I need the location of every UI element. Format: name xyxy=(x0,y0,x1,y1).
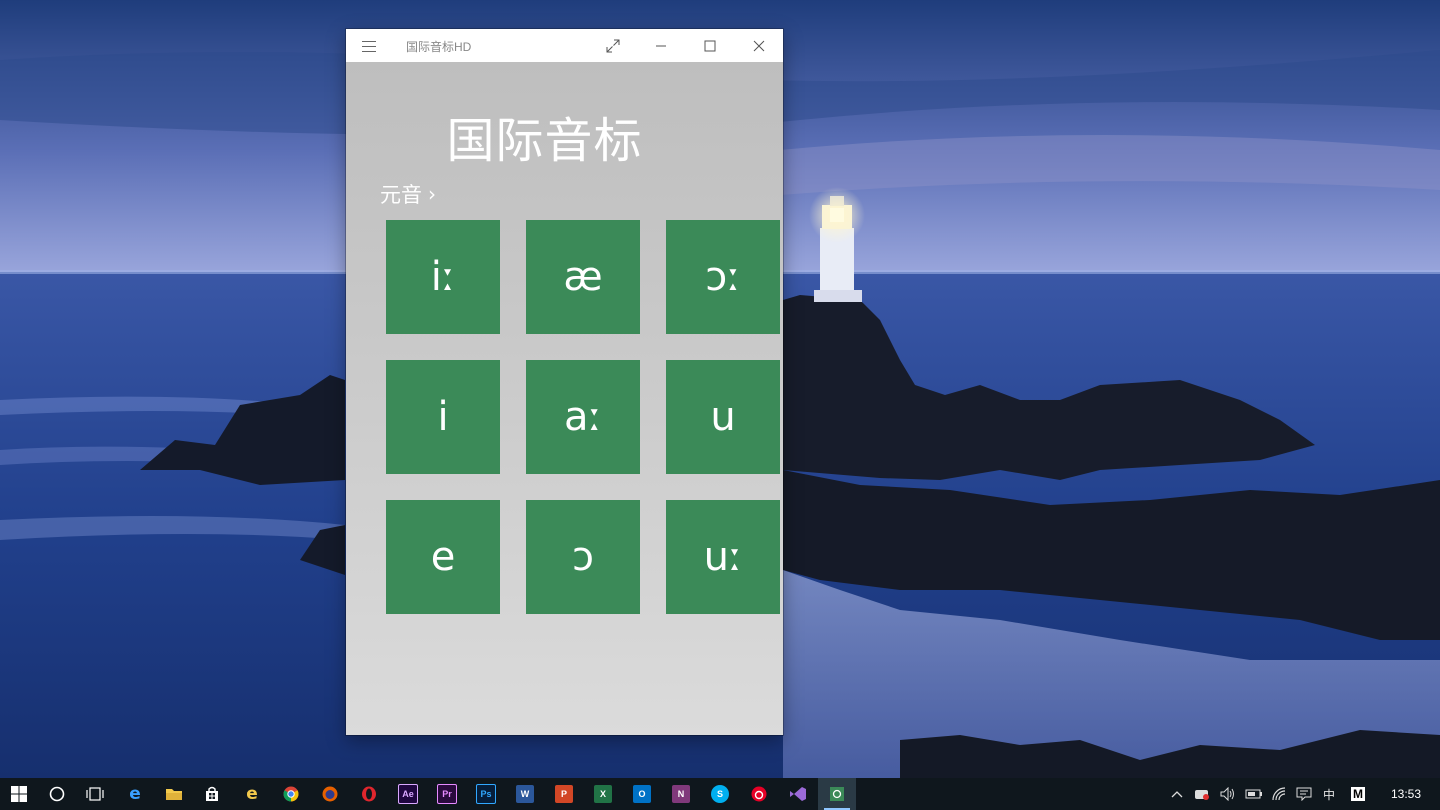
maximize-button[interactable] xyxy=(686,29,734,62)
opera-icon xyxy=(362,786,376,802)
volume-icon xyxy=(1220,787,1234,801)
battery-icon xyxy=(1245,789,1262,799)
edge-icon: e xyxy=(129,784,141,804)
minimize-button[interactable] xyxy=(637,29,685,62)
cortana-search-icon xyxy=(49,786,65,802)
task-view-icon xyxy=(86,787,104,801)
excel-icon: X xyxy=(594,785,612,803)
store-icon xyxy=(206,786,218,801)
title-bar[interactable]: 国际音标HD xyxy=(346,29,783,62)
tray-app-icon xyxy=(1195,790,1209,800)
cortana-button[interactable] xyxy=(38,778,76,810)
symbol-tile[interactable]: u xyxy=(666,360,780,474)
word-button[interactable]: W xyxy=(506,778,544,810)
file-explorer-button[interactable] xyxy=(155,778,193,810)
skype-icon: S xyxy=(711,785,729,803)
skype-button[interactable]: S xyxy=(701,778,739,810)
window-title: 国际音标HD xyxy=(406,40,472,54)
excel-button[interactable]: X xyxy=(584,778,622,810)
battery-button[interactable] xyxy=(1242,778,1266,810)
outlook-icon: O xyxy=(633,785,651,803)
symbol-tile[interactable]: iː xyxy=(386,220,500,334)
internet-explorer-icon: e xyxy=(246,784,258,804)
outlook-button[interactable]: O xyxy=(623,778,661,810)
visual-studio-icon xyxy=(790,787,806,801)
file-explorer-icon xyxy=(166,789,182,800)
start-button[interactable] xyxy=(0,778,38,810)
phonetics-app-button[interactable] xyxy=(818,778,856,810)
symbol-tile[interactable]: ɔː xyxy=(666,220,780,334)
phonetics-app-icon xyxy=(830,787,844,801)
windows-start-icon xyxy=(11,786,27,802)
symbol-tile[interactable]: æ xyxy=(526,220,640,334)
word-icon: W xyxy=(516,785,534,803)
close-button[interactable] xyxy=(735,29,783,62)
chevron-right-icon: › xyxy=(428,182,436,206)
fullscreen-icon xyxy=(606,39,620,52)
netease-music-icon xyxy=(751,786,767,802)
action-center-button[interactable] xyxy=(1292,778,1316,810)
symbol-tile[interactable]: ɔ xyxy=(526,500,640,614)
app-heading: 国际音标 xyxy=(446,113,643,169)
task-view-button[interactable] xyxy=(76,778,114,810)
ime-mode-button[interactable]: M xyxy=(1346,778,1370,810)
taskbar: e e Ae Pr Ps W P X O N S 中 M 13:53 xyxy=(0,778,1440,810)
netease-music-button[interactable] xyxy=(740,778,778,810)
powerpoint-button[interactable]: P xyxy=(545,778,583,810)
network-button[interactable] xyxy=(1268,778,1292,810)
firefox-button[interactable] xyxy=(311,778,349,810)
chrome-icon xyxy=(283,786,299,802)
symbol-tile[interactable]: i xyxy=(386,360,500,474)
hamburger-menu-icon[interactable] xyxy=(360,37,378,55)
app-window: 国际音标HD 国际音标 元音 › iː æ ɔː i aː u e ɔ uː xyxy=(346,29,783,735)
after-effects-button[interactable]: Ae xyxy=(389,778,427,810)
notification-icon xyxy=(1296,787,1312,801)
ime-mode-label: M xyxy=(1351,787,1365,801)
opera-button[interactable] xyxy=(350,778,388,810)
firefox-icon xyxy=(322,786,338,802)
photoshop-button[interactable]: Ps xyxy=(467,778,505,810)
edge-button[interactable]: e xyxy=(116,778,154,810)
visual-studio-button[interactable] xyxy=(779,778,817,810)
maximize-icon xyxy=(704,40,716,51)
chevron-up-icon xyxy=(1171,791,1183,798)
minimize-icon xyxy=(656,45,666,46)
tray-app-button[interactable] xyxy=(1190,778,1214,810)
input-method-button[interactable]: 中 xyxy=(1318,778,1340,810)
section-label: 元音 xyxy=(380,183,422,207)
vowels-section-link[interactable]: 元音 › xyxy=(380,179,436,209)
wifi-icon xyxy=(1272,787,1286,801)
onenote-button[interactable]: N xyxy=(662,778,700,810)
symbol-tile[interactable]: e xyxy=(386,500,500,614)
taskbar-clock[interactable]: 13:53 xyxy=(1380,778,1432,810)
store-button[interactable] xyxy=(193,778,231,810)
after-effects-icon: Ae xyxy=(398,784,418,804)
close-icon xyxy=(753,40,765,51)
premiere-button[interactable]: Pr xyxy=(428,778,466,810)
onenote-icon: N xyxy=(672,785,690,803)
premiere-icon: Pr xyxy=(437,784,457,804)
photoshop-icon: Ps xyxy=(476,784,496,804)
fullscreen-button[interactable] xyxy=(589,29,637,62)
symbol-tile[interactable]: uː xyxy=(666,500,780,614)
chrome-button[interactable] xyxy=(272,778,310,810)
symbol-tile[interactable]: aː xyxy=(526,360,640,474)
show-hidden-icons-button[interactable] xyxy=(1166,778,1188,810)
powerpoint-icon: P xyxy=(555,785,573,803)
volume-button[interactable] xyxy=(1216,778,1240,810)
internet-explorer-button[interactable]: e xyxy=(233,778,271,810)
